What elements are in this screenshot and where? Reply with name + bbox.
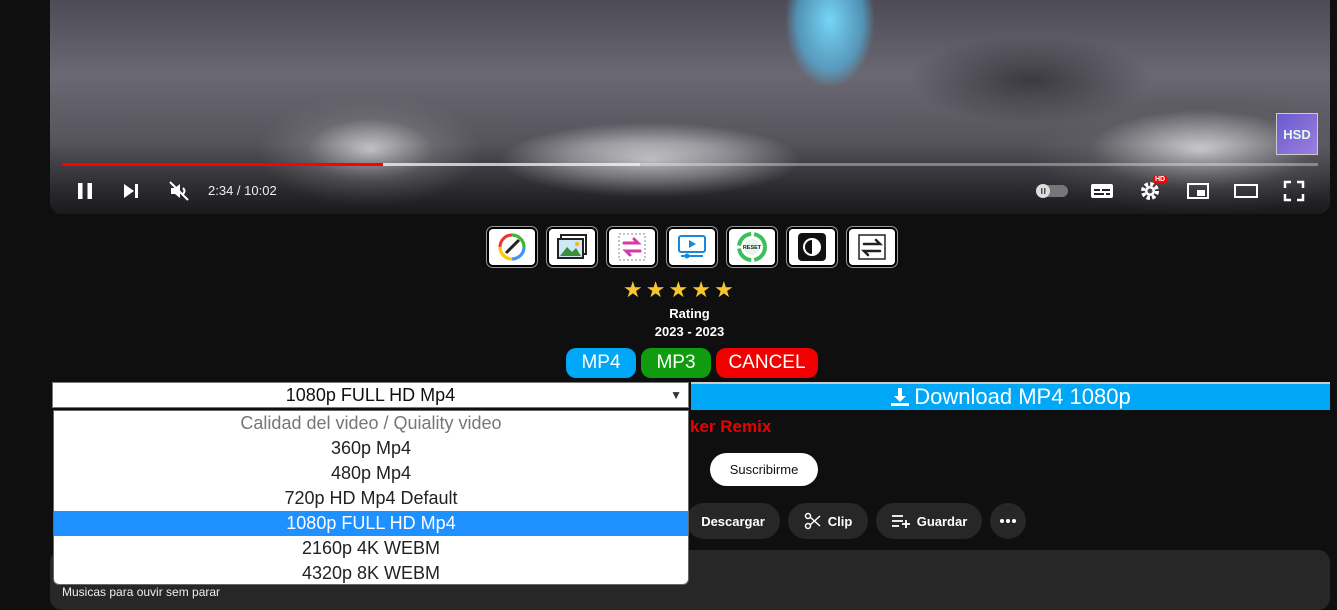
playlist-add-icon <box>891 515 910 528</box>
download-button[interactable]: Download MP4 1080p <box>691 382 1330 410</box>
extension-toolbar: RESET <box>487 227 897 267</box>
rating-stars[interactable]: ★ ★ ★ ★ ★ <box>623 277 734 303</box>
subtitles-icon <box>1091 184 1113 198</box>
miniplayer-icon <box>1187 183 1209 199</box>
video-player[interactable]: HSD 2:34 / 10:02 HD <box>50 0 1330 214</box>
format-buttons: MP4 MP3 CANCEL <box>566 348 818 378</box>
rating-label: Rating <box>669 306 710 321</box>
clip-button[interactable]: Clip <box>788 503 868 539</box>
star-icon[interactable]: ★ <box>714 277 734 303</box>
download-icon <box>891 388 910 406</box>
quality-option[interactable]: 2160p 4K WEBM <box>54 536 688 561</box>
time-display: 2:34 / 10:02 <box>208 183 277 198</box>
fullscreen-icon <box>1283 180 1305 202</box>
image-tool-button[interactable] <box>547 227 597 267</box>
swap-icon <box>858 234 886 260</box>
download-action-label: Descargar <box>701 513 765 529</box>
description-text: Musicas para ouvir sem parar <box>62 585 221 599</box>
pause-icon <box>78 183 92 199</box>
more-actions-button[interactable] <box>990 503 1026 539</box>
player-tool-button[interactable] <box>667 227 717 267</box>
chevron-down-icon: ▼ <box>670 388 682 402</box>
autoplay-toggle[interactable] <box>1035 178 1069 204</box>
next-button[interactable] <box>118 178 144 204</box>
quality-option[interactable]: 480p Mp4 <box>54 461 688 486</box>
contrast-icon <box>798 233 826 261</box>
color-tool-button[interactable] <box>487 227 537 267</box>
download-action-button[interactable]: Descargar <box>686 503 780 539</box>
svg-text:RESET: RESET <box>743 245 762 251</box>
fullscreen-button[interactable] <box>1281 178 1307 204</box>
next-icon <box>124 184 138 198</box>
progress-bar[interactable] <box>62 163 1318 166</box>
quality-option[interactable]: 720p HD Mp4 Default <box>54 486 688 511</box>
channel-watermark[interactable]: HSD <box>1276 113 1318 155</box>
cancel-button[interactable]: CANCEL <box>716 348 818 378</box>
mp3-button[interactable]: MP3 <box>641 348 711 378</box>
more-horizontal-icon <box>1000 519 1016 523</box>
contrast-tool-button[interactable] <box>787 227 837 267</box>
star-icon[interactable]: ★ <box>623 277 643 303</box>
quality-option[interactable]: 4320p 8K WEBM <box>54 561 688 584</box>
quality-select-value: 1080p FULL HD Mp4 <box>285 384 456 405</box>
mute-button[interactable] <box>166 178 192 204</box>
clip-label: Clip <box>827 513 853 529</box>
mute-icon <box>169 181 189 201</box>
theater-button[interactable] <box>1233 178 1259 204</box>
download-button-label: Download MP4 1080p <box>914 384 1131 409</box>
quality-option: Calidad del video / Quiality video <box>240 413 502 433</box>
repeat-tool-button[interactable] <box>607 227 657 267</box>
hd-badge: HD <box>1153 176 1168 183</box>
reset-tool-button[interactable]: RESET <box>727 227 777 267</box>
save-button[interactable]: Guardar <box>876 503 982 539</box>
star-icon[interactable]: ★ <box>646 277 666 303</box>
miniplayer-button[interactable] <box>1185 178 1211 204</box>
rating-years: 2023 - 2023 <box>654 324 725 339</box>
save-label: Guardar <box>916 513 968 529</box>
subtitles-button[interactable] <box>1089 178 1115 204</box>
swap-tool-button[interactable] <box>847 227 897 267</box>
scissors-icon <box>804 512 821 530</box>
mp4-button[interactable]: MP4 <box>566 348 636 378</box>
repeat-icon <box>618 233 646 261</box>
color-palette-icon <box>498 233 526 261</box>
star-icon[interactable]: ★ <box>691 277 711 303</box>
played-bar <box>62 163 384 166</box>
pause-button[interactable] <box>72 178 98 204</box>
quality-options-list: Calidad del video / Quiality video 360p M… <box>53 410 689 585</box>
settings-button[interactable]: HD <box>1137 176 1168 204</box>
quality-select[interactable]: 1080p FULL HD Mp4 ▼ <box>52 382 689 408</box>
player-icon <box>678 235 706 259</box>
quality-option[interactable]: 360p Mp4 <box>54 436 688 461</box>
subscribe-button[interactable]: Suscribirme <box>710 453 818 486</box>
theater-icon <box>1234 184 1258 198</box>
star-icon[interactable]: ★ <box>668 277 688 303</box>
video-title[interactable]: ker Remix <box>690 417 771 437</box>
reset-icon: RESET <box>737 232 767 262</box>
quality-option[interactable]: 1080p FULL HD Mp4 <box>54 511 688 536</box>
autoplay-toggle-icon <box>1036 184 1068 198</box>
image-icon <box>557 234 587 259</box>
